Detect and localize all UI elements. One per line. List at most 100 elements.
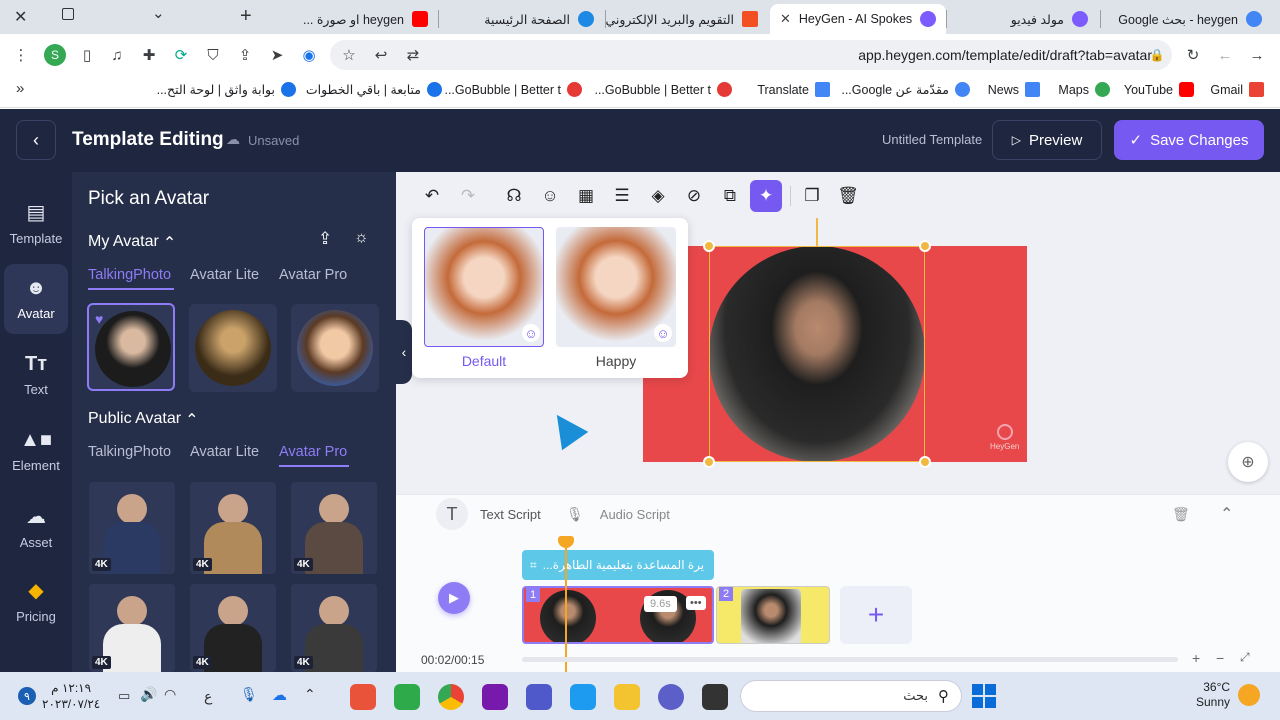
scene-clip-2[interactable]: 2 xyxy=(716,586,830,644)
bookmark-youtube[interactable]: YouTube xyxy=(1124,82,1194,97)
play-button[interactable]: ▶ xyxy=(438,582,470,614)
duplicate-icon[interactable]: ❐ xyxy=(799,183,825,209)
bookmark-gobubble[interactable]: GoBubble | Better t... xyxy=(594,82,732,97)
teams-icon[interactable] xyxy=(526,684,552,710)
public-avatar-header[interactable]: Public Avatar ⌃ xyxy=(88,410,199,430)
public-avatar-card[interactable]: 4K xyxy=(89,584,175,672)
avatar-thumb-cartoon[interactable] xyxy=(291,304,379,392)
sidepanel-icon[interactable]: ▯ xyxy=(76,44,98,66)
reload-icon[interactable]: ↻ xyxy=(1182,44,1204,66)
tab-public-talkingphoto[interactable]: TalkingPhoto xyxy=(88,444,171,460)
back-button[interactable]: ‹ xyxy=(16,120,56,160)
rail-item-element[interactable]: ▲■ Element xyxy=(4,416,68,486)
bookmark-star-icon[interactable]: ☆ xyxy=(338,44,360,66)
bookmark-wathiq[interactable]: بوابة واثق | لوحة التح... xyxy=(157,82,296,97)
file-explorer-icon[interactable] xyxy=(614,684,640,710)
shape-icon[interactable]: ⧉ xyxy=(717,183,743,209)
public-avatar-card[interactable]: 4K xyxy=(190,584,276,672)
extensions-icon[interactable]: ✚ xyxy=(138,44,160,66)
scene-clip-1[interactable]: 1 9.6s ••• xyxy=(522,586,714,644)
profile-avatar[interactable]: S xyxy=(44,44,66,66)
browser-tab[interactable]: الصفحة الرئيسية xyxy=(440,4,604,34)
bookmark-maps[interactable]: Maps xyxy=(1058,82,1110,97)
bookmark-followup[interactable]: متابعة | باقي الخطوات xyxy=(306,82,442,97)
rail-item-avatar[interactable]: ☻ Avatar xyxy=(4,264,68,334)
extension-icon[interactable]: ◉ xyxy=(298,44,320,66)
window-restore-icon[interactable] xyxy=(62,8,74,20)
bookmarks-more[interactable]: » xyxy=(16,80,24,97)
microphone-icon[interactable]: 🎙 xyxy=(240,686,258,703)
zoom-in-icon[interactable]: + xyxy=(1192,650,1200,666)
browser-tab[interactable] xyxy=(950,4,970,34)
translate-icon[interactable]: ⇄ xyxy=(402,44,424,66)
browser-tab[interactable]: heygen - بحث Google xyxy=(1100,4,1272,34)
resize-handle[interactable] xyxy=(919,456,931,468)
upload-icon[interactable]: ⇪ xyxy=(318,229,332,249)
playlist-icon[interactable]: ♫ xyxy=(106,44,128,66)
browser-tab[interactable]: التقويم والبريد الإلكتروني xyxy=(606,4,768,34)
menu-dots-icon[interactable]: ⋮ xyxy=(10,44,32,66)
avatar-voice-icon[interactable]: ☊ xyxy=(501,183,527,209)
public-avatar-card[interactable]: 4K xyxy=(291,584,377,672)
resize-handle[interactable] xyxy=(703,456,715,468)
magic-wand-icon[interactable]: ✦ xyxy=(750,180,782,212)
start-button[interactable] xyxy=(972,684,996,708)
browser-tab[interactable]: heygen او صورة ... xyxy=(272,4,438,34)
tab-public-avatar-pro[interactable]: Avatar Pro xyxy=(279,444,347,460)
cursor-icon[interactable]: ➤ xyxy=(266,44,288,66)
bookmark-gmail[interactable]: Gmail xyxy=(1210,82,1264,97)
audio-script-tab[interactable]: 🎙 Audio Script xyxy=(566,506,670,523)
resize-handle[interactable] xyxy=(919,240,931,252)
weather-widget[interactable]: 36°C Sunny xyxy=(1196,680,1230,710)
chat-icon[interactable] xyxy=(658,684,684,710)
wifi-icon[interactable]: ◠ xyxy=(164,686,176,703)
tab-close-icon[interactable]: ✕ xyxy=(780,11,791,27)
battery-icon[interactable]: ▭ xyxy=(118,688,130,704)
onedrive-icon[interactable]: ☁ xyxy=(272,686,287,704)
add-scene-button[interactable]: + xyxy=(840,586,912,644)
tab-my-avatar-pro[interactable]: Avatar Pro xyxy=(279,267,347,283)
rail-item-template[interactable]: ▤ Template xyxy=(4,188,68,258)
notification-badge[interactable]: ٩ xyxy=(18,687,36,705)
avatar-thumb-selected[interactable]: ♥ xyxy=(87,303,175,391)
forward-icon[interactable]: → xyxy=(1246,44,1268,66)
volume-icon[interactable]: 🔊 xyxy=(140,686,157,703)
avatar-thumb-monalisa[interactable] xyxy=(189,304,277,392)
shield-icon[interactable]: ⛉ xyxy=(202,44,224,66)
rail-item-text[interactable]: Tт Text xyxy=(4,340,68,410)
input-language[interactable]: ع xyxy=(204,688,212,705)
bookmark-news[interactable]: News xyxy=(988,82,1040,97)
tab-my-avatar-lite[interactable]: Avatar Lite xyxy=(190,267,259,283)
window-minimize-icon[interactable]: ⌄ xyxy=(152,4,165,22)
onenote-icon[interactable] xyxy=(482,684,508,710)
emotion-icon[interactable]: ☺ xyxy=(537,183,563,209)
tab-public-avatar-lite[interactable]: Avatar Lite xyxy=(190,444,259,460)
url-text[interactable]: app.heygen.com/template/edit/draft?tab=a… xyxy=(858,47,1152,63)
rail-item-asset[interactable]: ☁ Asset xyxy=(4,492,68,562)
align-icon[interactable]: ☰ xyxy=(609,183,635,209)
extension-icon[interactable]: ⟳ xyxy=(170,44,192,66)
zoom-out-icon[interactable]: − xyxy=(1216,650,1224,666)
zoom-in-button[interactable]: ⊕ xyxy=(1228,442,1268,482)
delete-icon[interactable]: 🗑 xyxy=(1172,506,1190,523)
share-icon[interactable]: ↩ xyxy=(370,44,392,66)
twitter-icon[interactable] xyxy=(570,684,596,710)
bookmark-gobubble[interactable]: GoBubble | Better t... xyxy=(444,82,582,97)
template-name[interactable]: Untitled Template xyxy=(882,132,982,147)
background-icon[interactable]: ▦ xyxy=(573,183,599,209)
timeline-scrollbar[interactable] xyxy=(522,657,1178,662)
redo-icon[interactable]: ↷ xyxy=(455,183,481,209)
app-icon-green[interactable] xyxy=(394,684,420,710)
lightbulb-icon[interactable]: ☼ xyxy=(354,229,369,247)
text-script-tab[interactable]: T Text Script xyxy=(436,498,541,530)
new-tab-button[interactable]: + xyxy=(240,5,252,28)
window-close-icon[interactable]: ✕ xyxy=(14,7,27,27)
preview-button[interactable]: ▷ Preview xyxy=(992,120,1102,160)
download-icon[interactable]: ⇪ xyxy=(234,44,256,66)
tab-my-talkingphoto[interactable]: TalkingPhoto xyxy=(88,267,171,283)
layers-icon[interactable]: ◈ xyxy=(645,183,671,209)
rail-item-pricing[interactable]: ◆ Pricing xyxy=(4,566,68,636)
fit-icon[interactable]: ⤢ xyxy=(1240,650,1250,665)
undo-icon[interactable]: ↶ xyxy=(419,183,445,209)
save-changes-button[interactable]: ✓ Save Changes xyxy=(1114,120,1264,160)
